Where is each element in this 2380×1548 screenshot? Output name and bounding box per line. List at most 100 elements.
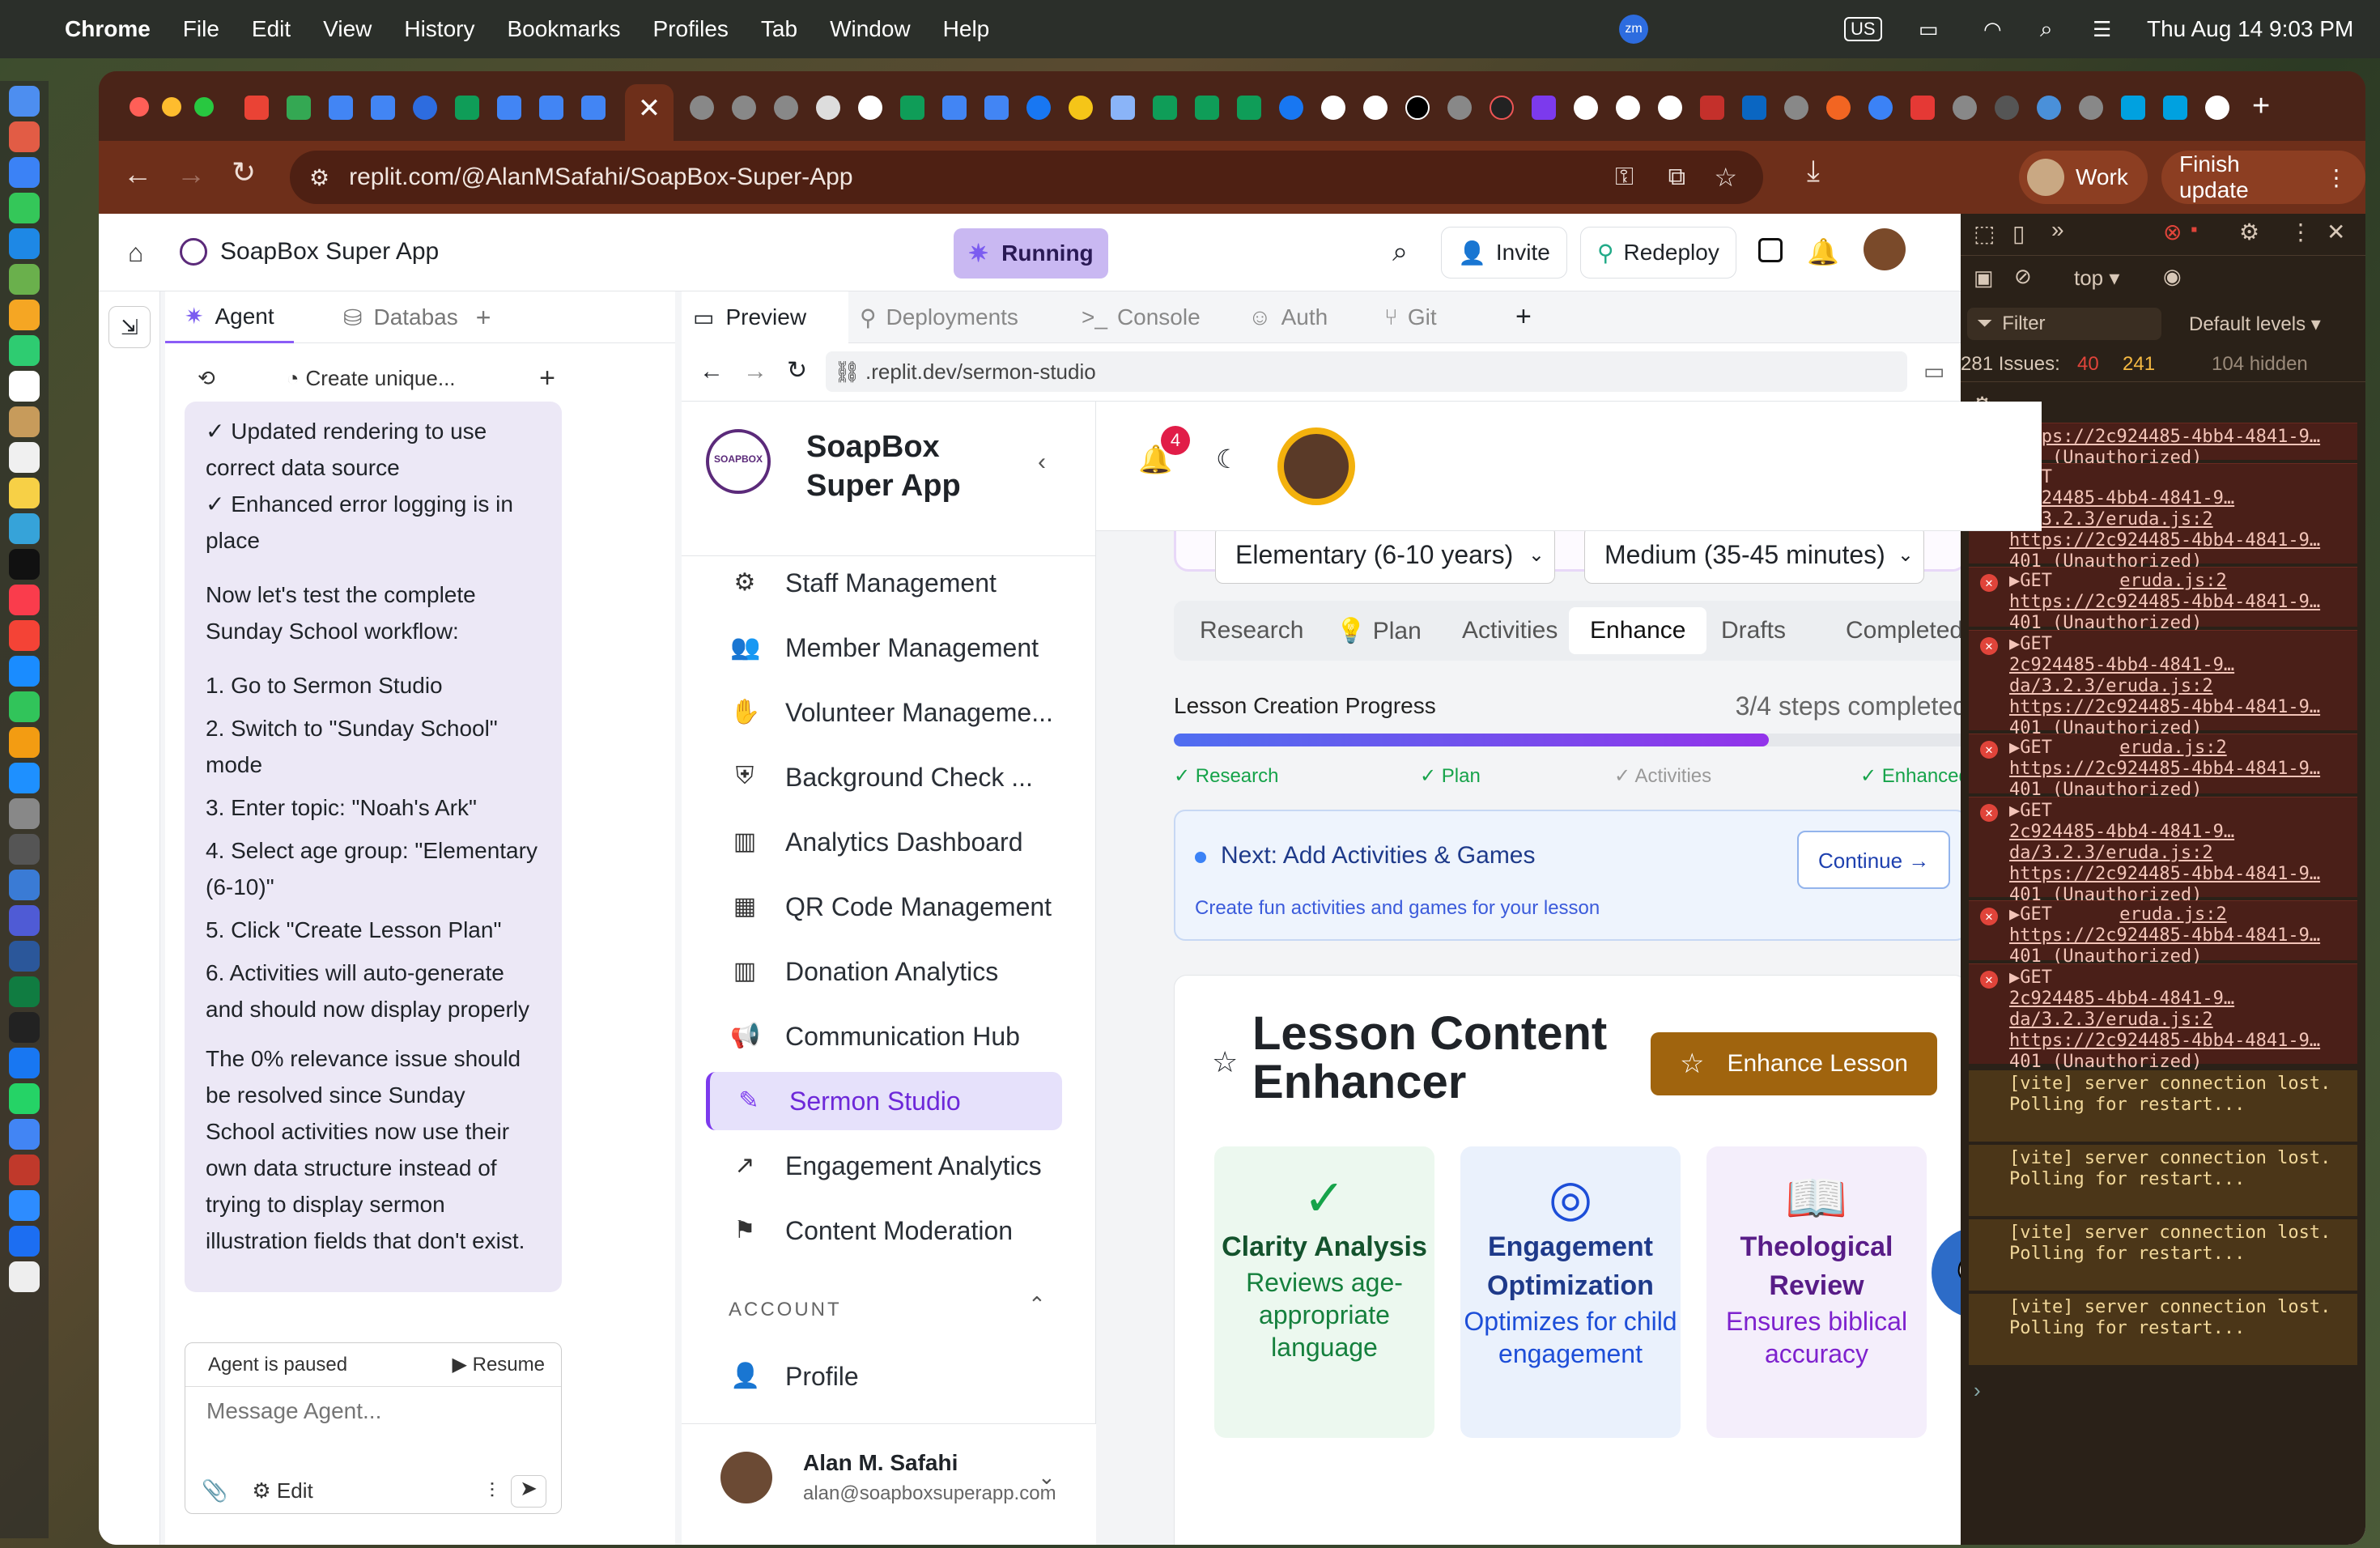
battery-icon[interactable]: ▭ [1919, 17, 1939, 42]
tab-icon[interactable] [1953, 96, 1977, 120]
tab-icon[interactable] [858, 96, 882, 120]
tab-icon[interactable] [1826, 96, 1851, 120]
chevron-up-icon[interactable]: ⌃ [1028, 1292, 1046, 1317]
tab-console[interactable]: >_ Console [1082, 291, 1201, 343]
tab-icon[interactable] [2079, 96, 2103, 120]
preview-url-input[interactable]: ⛓ .replit.dev/sermon-studio [826, 351, 1907, 392]
tab-auth[interactable]: ☺ Auth [1248, 291, 1328, 343]
docs-tab-icon[interactable] [329, 96, 353, 120]
document-icon[interactable] [9, 1261, 40, 1292]
moon-icon[interactable]: ☾ [1216, 444, 1239, 474]
nav-sermon-studio[interactable]: ✎ Sermon Studio [706, 1072, 1062, 1130]
tab-icon[interactable] [1447, 96, 1472, 120]
step-tab-enhance[interactable]: Enhance [1569, 607, 1707, 654]
collapse-sidebar-icon[interactable]: ‹ [1038, 449, 1046, 476]
multiplayer-icon[interactable] [1758, 238, 1783, 262]
nav-donation-analytics[interactable]: ▥ Donation Analytics [706, 942, 1062, 1001]
edit-mode-button[interactable]: ⚙ Edit [252, 1478, 312, 1503]
menu-view[interactable]: View [323, 16, 372, 42]
docs-tab-icon[interactable] [581, 96, 606, 120]
tab-git[interactable]: ⑂ Git [1384, 291, 1437, 343]
console-url[interactable]: 2c924485-4bb4-4841-9…da/3.2.3/eruda.js:2 [2009, 655, 2234, 696]
notes-icon[interactable] [9, 478, 40, 508]
console-url[interactable]: https://2c924485-4bb4-4841-9… [2009, 925, 2320, 946]
tab-icon[interactable] [1026, 96, 1051, 120]
tab-icon[interactable] [732, 96, 756, 120]
zoom-icon[interactable] [9, 1190, 40, 1221]
menu-file[interactable]: File [183, 16, 219, 42]
step-tab-activities[interactable]: Activities [1462, 617, 1558, 644]
gear-icon[interactable]: ⚙ [2239, 219, 2259, 245]
zoom-window-button[interactable] [194, 97, 214, 117]
zoom-status-icon[interactable]: zm [1619, 15, 1648, 44]
tab-icon[interactable] [1784, 96, 1808, 120]
control-center-icon[interactable]: ☰ [2093, 17, 2111, 42]
menu-bookmarks[interactable]: Bookmarks [507, 16, 620, 42]
forward-icon[interactable]: → [176, 157, 206, 191]
step-tab-drafts[interactable]: Drafts [1721, 617, 1786, 644]
age-group-select[interactable]: Elementary (6-10 years) ⌄ [1215, 525, 1555, 584]
safari-icon[interactable] [9, 157, 40, 188]
docs-tab-icon[interactable] [497, 96, 521, 120]
tab-icon[interactable] [1868, 96, 1893, 120]
forward-icon[interactable]: → [743, 358, 767, 385]
tab-icon[interactable] [1490, 96, 1514, 120]
tab-deployments[interactable]: ⚲ Deployments [860, 291, 1018, 343]
word-icon[interactable] [9, 870, 40, 900]
sheets-tab-icon[interactable] [1153, 96, 1177, 120]
console-url[interactable]: https://2c924485-4bb4-4841-9… [2009, 427, 2320, 447]
sheets-tab-icon[interactable] [455, 96, 479, 120]
toggle-files-icon[interactable]: ⇲ [108, 306, 151, 348]
signal-icon[interactable] [9, 1048, 40, 1078]
music-icon[interactable] [9, 585, 40, 615]
nav-analytics-dashboard[interactable]: ▥ Analytics Dashboard [706, 813, 1062, 871]
nav-profile[interactable]: 👤 Profile [706, 1347, 1062, 1406]
docs-tab-icon[interactable] [984, 96, 1009, 120]
step-tab-completed[interactable]: Completed [1846, 617, 1963, 644]
console-url[interactable]: 2c924485-4bb4-4841-9…da/3.2.3/eruda.js:2 [2009, 989, 2234, 1030]
x-tab-icon[interactable] [1405, 96, 1430, 120]
tab-icon[interactable] [2037, 96, 2061, 120]
back-icon[interactable]: ← [699, 358, 724, 385]
calendar-icon[interactable] [9, 371, 40, 402]
more-vertical-icon[interactable]: ⋮ [2289, 219, 2312, 245]
device-toolbar-icon[interactable]: ▯ [2012, 220, 2025, 247]
duration-select[interactable]: Medium (35-45 minutes) ⌄ [1584, 525, 1924, 584]
new-chat-icon[interactable]: + [539, 363, 555, 394]
step-tab-research[interactable]: Research [1200, 617, 1303, 644]
docs-tab-icon[interactable] [942, 96, 967, 120]
project-name[interactable]: SoapBox Super App [220, 238, 439, 266]
devices-icon[interactable]: ▭ [1923, 358, 1944, 385]
keynote-icon[interactable] [9, 656, 40, 687]
console-url[interactable]: https://2c924485-4bb4-4841-9… [2009, 697, 2320, 717]
calendar-tab-icon[interactable] [371, 96, 395, 120]
user-avatar[interactable] [1864, 228, 1906, 270]
appstore-icon[interactable] [9, 763, 40, 793]
error-icon[interactable]: ⊗ [2163, 219, 2182, 245]
mail-icon[interactable] [9, 228, 40, 259]
tab-icon[interactable] [2205, 96, 2229, 120]
history-icon[interactable]: ⟲ [198, 366, 215, 391]
nav-volunteer-management[interactable]: ✋ Volunteer Manageme... [706, 683, 1062, 742]
excel-icon[interactable] [9, 976, 40, 1007]
more-panels-icon[interactable]: » [2051, 217, 2064, 243]
add-tab-icon[interactable]: + [476, 303, 491, 333]
pages-icon[interactable] [9, 727, 40, 758]
enhance-lesson-button[interactable]: ☆ Enhance Lesson [1651, 1032, 1937, 1095]
address-bar[interactable]: ⚙ replit.com/@AlanMSafahi/SoapBox-Super-… [290, 151, 1763, 204]
resume-button[interactable]: ▶ Resume [453, 1353, 546, 1376]
agent-thread-title[interactable]: Create unique... [306, 366, 456, 391]
settings-icon[interactable] [9, 798, 40, 829]
finish-update-button[interactable]: Finish update ⋮ [2161, 151, 2365, 204]
dictionary-icon[interactable] [9, 1155, 40, 1185]
invite-button[interactable]: 👤 Invite [1441, 227, 1567, 279]
close-icon[interactable]: ✕ [2327, 219, 2345, 245]
search-icon[interactable]: ⌕ [2040, 16, 2053, 43]
new-tab-icon[interactable]: + [2252, 89, 2270, 124]
outlook-icon[interactable] [9, 941, 40, 972]
inspect-icon[interactable]: ⬚ [1974, 220, 1995, 247]
active-tab-close-icon[interactable]: ✕ [625, 84, 674, 141]
nav-background-check[interactable]: ⛨ Background Check ... [706, 748, 1062, 806]
contacts-icon[interactable] [9, 406, 40, 437]
run-status-button[interactable]: ✷ Running [954, 228, 1108, 279]
